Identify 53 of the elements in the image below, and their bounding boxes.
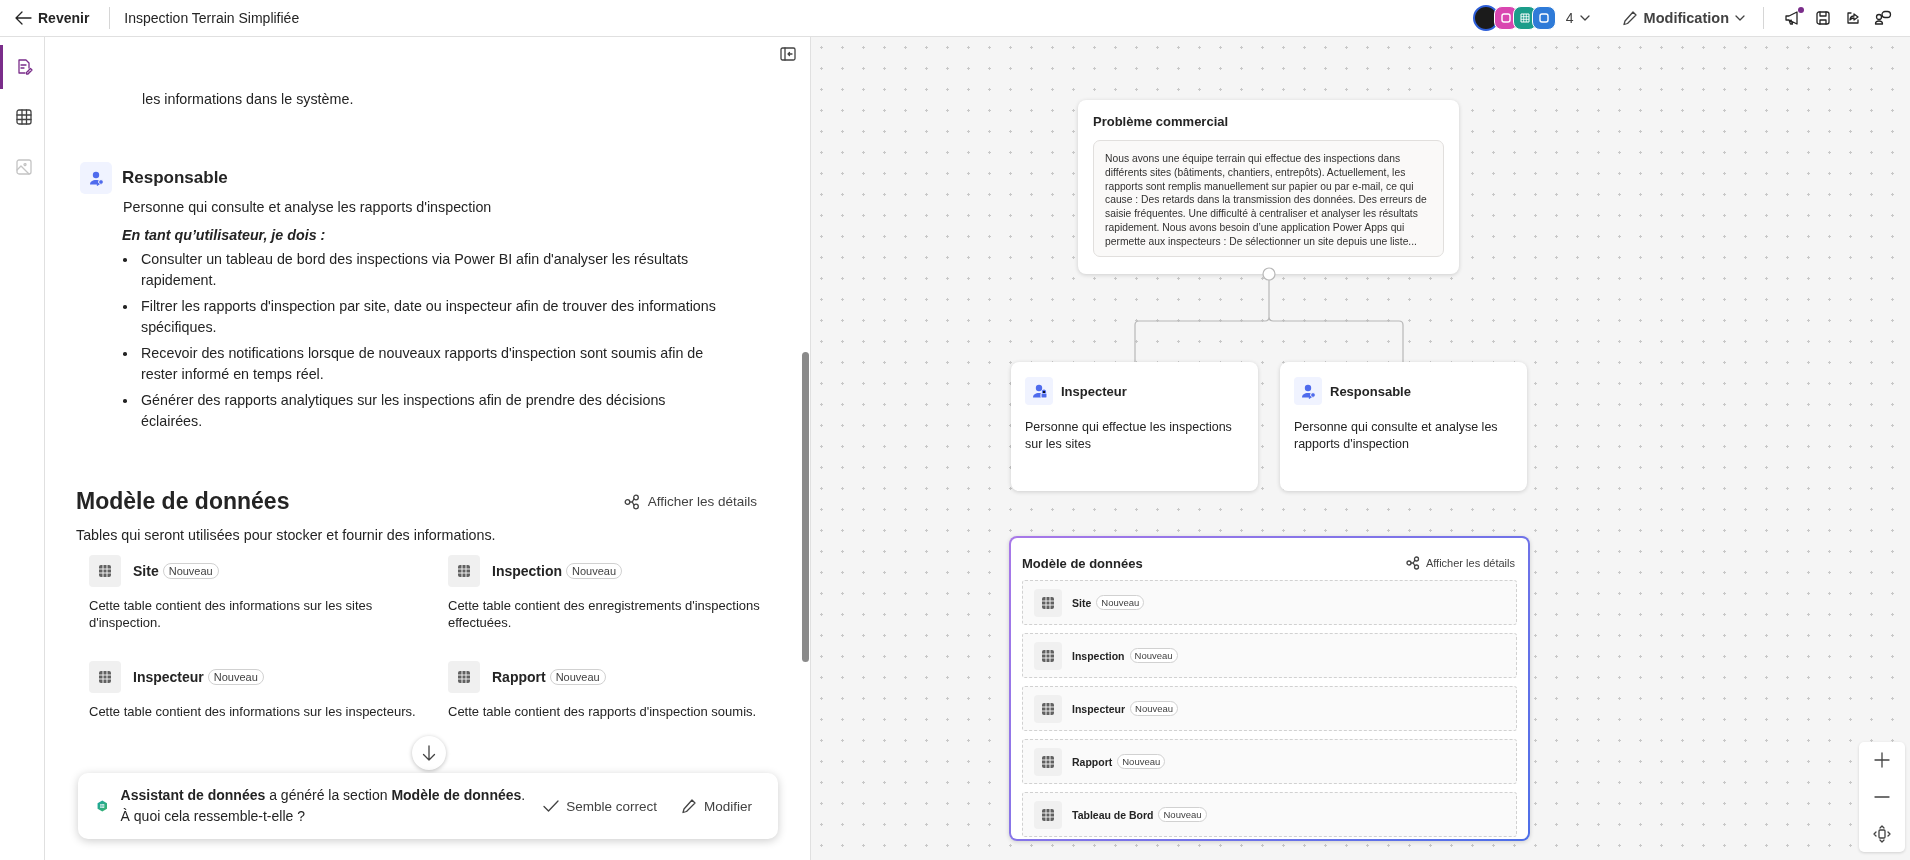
- section-title: Modèle de données: [76, 488, 290, 515]
- requirement-text: Filtrer les rapports d'inspection par site, date ou inspecteur afin de trouver des informations spécifiques.: [141, 297, 717, 337]
- requirement-text: Générer des rapports analytiques sur les inspections afin de prendre des décisions éclairées.: [141, 391, 667, 431]
- table-name: Inspection: [1072, 649, 1125, 662]
- table-description: Cette table contient des informations sur les inspecteurs.: [89, 703, 417, 720]
- show-details-button[interactable]: Afficher les détails: [621, 491, 759, 512]
- persona-name: Responsable: [122, 168, 228, 188]
- collaborators-button[interactable]: 4: [1561, 6, 1594, 30]
- mode-dropdown[interactable]: Modification: [1617, 6, 1749, 30]
- assistant-question: À quoi cela ressemble-t-elle ?: [120, 807, 305, 826]
- edit-button[interactable]: Modifier: [675, 794, 758, 818]
- user-story-lead: En tant qu’utilisateur, je dois :: [122, 226, 327, 245]
- table-description: Cette table contient des rapports d'inspection soumis.: [448, 703, 758, 720]
- table-name: Site: [133, 563, 159, 579]
- requirement-text: Consulter un tableau de bord des inspections via Power BI afin d'analyser les résultats rapidement.: [141, 250, 690, 290]
- persona-name: Inspecteur: [1061, 383, 1127, 399]
- new-tag: Nouveau: [1129, 648, 1178, 663]
- persona-description: Personne qui consulte et analyse les rapports d'inspection: [1294, 419, 1499, 453]
- new-tag: Nouveau: [1096, 595, 1145, 610]
- persona-name: Responsable: [1330, 383, 1411, 399]
- persona-description: Personne qui consulte et analyse les rapports d'inspection: [123, 198, 493, 217]
- show-details-button[interactable]: Afficher les détails: [1403, 554, 1517, 572]
- data-model-card[interactable]: Modèle de données Afficher les détails Site Nouveau Inspection Nouveau Inspecteur Nouveau Rapport Nouveau Tableau de Bord Nouveau: [1009, 536, 1530, 841]
- table-description: Cette table contient des informations sur les sites d'inspection.: [89, 597, 374, 631]
- table-name: Inspecteur: [1072, 702, 1126, 715]
- app-title: Inspection Terrain Simplifiée: [124, 10, 300, 26]
- new-tag: Nouveau: [1117, 754, 1166, 769]
- persona-description: Personne qui effectue les inspections sur les sites: [1025, 419, 1233, 453]
- table-name: Inspecteur: [133, 669, 204, 685]
- requirement-text: les informations dans le système.: [142, 90, 355, 109]
- table-name: Tableau de Bord: [1072, 808, 1154, 821]
- table-name: Inspection: [492, 563, 562, 579]
- table-row[interactable]: Inspecteur Nouveau: [1022, 686, 1517, 731]
- table-name: Rapport: [492, 669, 546, 685]
- confirm-button[interactable]: Semble correct: [537, 794, 663, 818]
- table-row[interactable]: Rapport Nouveau: [1022, 739, 1517, 784]
- persona-card[interactable]: Responsable Personne qui consulte et analyse les rapports d'inspection: [1280, 362, 1527, 491]
- card-title: Modèle de données: [1022, 555, 1143, 571]
- table-row[interactable]: Inspection Nouveau: [1022, 633, 1517, 678]
- problem-text: Nous avons une équipe terrain qui effectue des inspections dans différents sites (bâtiments, chantiers, entrepôts). Actuellement, les rapports sont remplis manuellement sur papier ou par e-mail, ce qui cause : Des retards dans la transmission des données. Des erreurs de saisie fréquentes. Une difficulté à centraliser et analyser les résultats rapidement. Nous avons besoin d’une application Power Apps qui permette aux inspecteurs : De sélectionner un site depuis une liste...: [1093, 140, 1444, 257]
- assistant-message: Assistant de données a généré la section Modèle de données.: [120, 786, 526, 805]
- new-tag: Nouveau: [1130, 701, 1179, 716]
- persona-card[interactable]: Inspecteur Personne qui effectue les inspections sur les sites: [1011, 362, 1258, 491]
- table-name: Rapport: [1072, 755, 1113, 768]
- table-name: Site: [1072, 596, 1092, 609]
- section-description: Tables qui seront utilisées pour stocker et fournir des informations.: [76, 527, 497, 543]
- new-tag: Nouveau: [1158, 807, 1207, 822]
- table-row[interactable]: Site Nouveau: [1022, 580, 1517, 625]
- card-title: Problème commercial: [1093, 114, 1230, 129]
- back-button[interactable]: Revenir: [10, 6, 94, 30]
- table-description: Cette table contient des enregistrements d'inspections effectuées.: [448, 597, 761, 631]
- table-row[interactable]: Tableau de Bord Nouveau: [1022, 792, 1517, 837]
- requirement-text: Recevoir des notifications lorsque de nouveaux rapports d'inspection sont soumis afin de rester informé en temps réel.: [141, 344, 705, 384]
